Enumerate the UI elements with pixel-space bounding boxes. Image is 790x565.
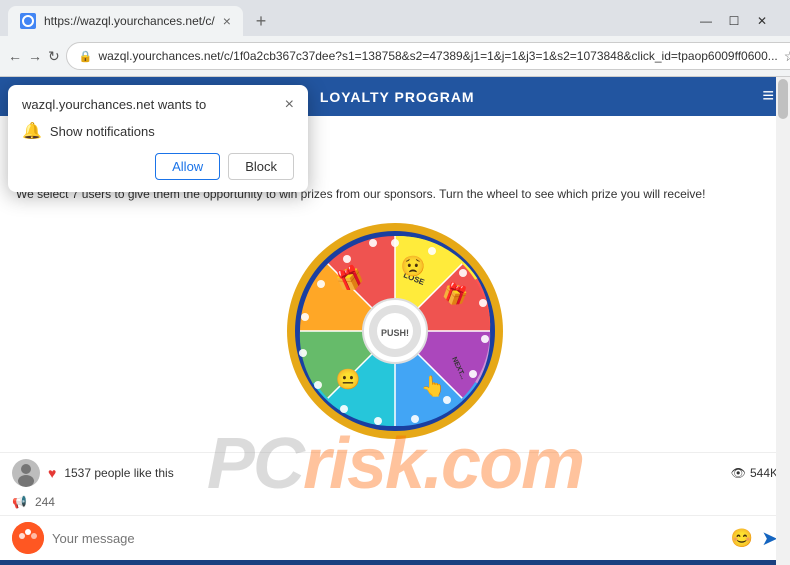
popup-close-button[interactable]: × — [285, 97, 294, 113]
bookmark-icon: ☆ — [784, 48, 790, 65]
forward-button[interactable]: → — [28, 42, 42, 70]
views-count: 544K — [750, 466, 778, 480]
block-button[interactable]: Block — [228, 153, 294, 180]
notification-popup: wazql.yourchances.net wants to × 🔔 Show … — [8, 85, 308, 192]
popup-notification-text: Show notifications — [50, 124, 155, 139]
url-text: wazql.yourchances.net/c/1f0a2cb367c37dee… — [98, 49, 777, 63]
comment-input[interactable] — [52, 524, 723, 552]
svg-text:😐: 😐 — [336, 368, 361, 391]
page-content: ☰ LOYALTY PROGRAM ≡ Thursday, 28 January… — [0, 77, 790, 565]
address-bar-row: ← → ↻ 🔒 wazql.yourchances.net/c/1f0a2cb3… — [0, 36, 790, 76]
avatar-svg — [12, 459, 40, 487]
comment-avatar-svg — [12, 522, 44, 554]
wheel-svg: PUSH! PUSH! LOSE 🎁 🎁 😟 😐 — [285, 221, 505, 441]
svg-text:PUSH!: PUSH! — [381, 328, 409, 338]
emoji-button[interactable]: 😊 — [731, 528, 753, 549]
heart-icon: ♥ — [48, 465, 56, 481]
svg-text:👆: 👆 — [421, 374, 446, 398]
close-window-button[interactable]: ✕ — [750, 9, 774, 33]
window-controls: — ☐ ✕ — [694, 9, 782, 33]
tab-close-button[interactable]: × — [223, 13, 231, 29]
site-menu-icon[interactable]: ≡ — [762, 85, 774, 108]
share-icon: 📢 — [12, 495, 27, 509]
likes-count: 1537 people like this — [64, 466, 173, 480]
wheel-container: PUSH! PUSH! LOSE 🎁 🎁 😟 😐 — [0, 211, 790, 451]
views-row: 👁 544K — [731, 466, 778, 480]
tab-favicon-icon — [20, 13, 36, 29]
minimize-button[interactable]: — — [694, 9, 718, 33]
avatar — [12, 459, 40, 487]
back-button[interactable]: ← — [8, 42, 22, 70]
popup-notification-row: 🔔 Show notifications — [22, 121, 294, 141]
scrollbar-thumb[interactable] — [778, 79, 788, 119]
svg-text:😟: 😟 — [401, 255, 426, 278]
scrollbar[interactable] — [776, 77, 790, 565]
browser-tab[interactable]: https://wazql.yourchances.net/c/ × — [8, 6, 243, 36]
popup-title: wazql.yourchances.net wants to — [22, 97, 206, 112]
maximize-button[interactable]: ☐ — [722, 9, 746, 33]
bell-icon: 🔔 — [22, 121, 42, 141]
allow-button[interactable]: Allow — [155, 153, 220, 180]
tab-title: https://wazql.yourchances.net/c/ — [44, 14, 215, 28]
share-row: 📢 244 — [0, 493, 790, 515]
browser-chrome: https://wazql.yourchances.net/c/ × + — ☐… — [0, 0, 790, 77]
refresh-button[interactable]: ↻ — [48, 42, 60, 70]
spin-wheel[interactable]: PUSH! PUSH! LOSE 🎁 🎁 😟 😐 — [285, 221, 505, 441]
eye-icon: 👁 — [731, 466, 746, 480]
address-bar[interactable]: 🔒 wazql.yourchances.net/c/1f0a2cb367c37d… — [66, 42, 790, 70]
comment-avatar — [12, 522, 44, 554]
tab-bar: https://wazql.yourchances.net/c/ × + — ☐… — [0, 0, 790, 36]
comment-row: 😊 ➤ — [0, 515, 790, 560]
site-title: LOYALTY PROGRAM — [320, 89, 475, 105]
shares-count: 244 — [35, 495, 55, 509]
new-tab-button[interactable]: + — [247, 7, 275, 35]
social-section: ♥ 1537 people like this 👁 544K 📢 244 — [0, 452, 790, 560]
lock-icon: 🔒 — [79, 50, 93, 63]
likes-row: ♥ 1537 people like this 👁 544K — [0, 453, 790, 493]
popup-header: wazql.yourchances.net wants to × — [22, 97, 294, 113]
popup-buttons: Allow Block — [22, 153, 294, 180]
